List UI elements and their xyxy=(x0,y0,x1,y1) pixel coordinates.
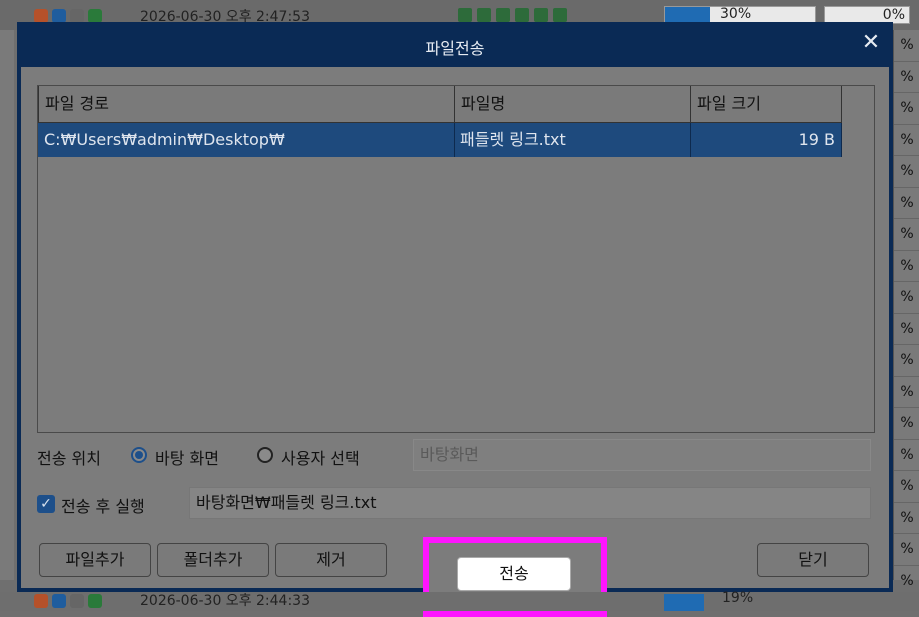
add-file-button[interactable]: 파일추가 xyxy=(39,543,151,577)
add-folder-button[interactable]: 폴더추가 xyxy=(157,543,269,577)
table-row[interactable]: C:₩Users₩admin₩Desktop₩ 패들렛 링크.txt 19 B xyxy=(38,123,842,157)
radio-user-select-label[interactable]: 사용자 선택 xyxy=(281,445,360,469)
cell-size: 19 B xyxy=(690,123,842,157)
cell-name: 패들렛 링크.txt xyxy=(454,123,691,157)
background-side-pcts: % % % % % % % % % % % % % % % % % % xyxy=(893,30,919,597)
dialog-title: 파일전송 xyxy=(425,39,485,58)
remove-button[interactable]: 제거 xyxy=(275,543,387,577)
run-after-row: ✓ 전송 후 실행 바탕화면₩패들렛 링크.txt xyxy=(37,487,873,519)
location-label: 전송 위치 xyxy=(37,449,101,468)
dialog-body: 파일 경로 파일명 파일 크기 C:₩Users₩admin₩Desktop₩ … xyxy=(21,67,889,617)
close-button[interactable]: 닫기 xyxy=(757,543,869,577)
radio-desktop[interactable] xyxy=(131,447,147,463)
background-progress-text-bottom: 19% xyxy=(722,590,754,606)
background-left-edge xyxy=(0,30,14,580)
radio-user-select[interactable] xyxy=(257,447,273,463)
status-icons xyxy=(34,594,106,612)
dialog-titlebar[interactable]: 파일전송 ✕ xyxy=(17,22,893,67)
background-progress-bottom xyxy=(664,594,704,611)
run-after-path-field[interactable]: 바탕화면₩패들렛 링크.txt xyxy=(189,487,871,519)
cell-path: C:₩Users₩admin₩Desktop₩ xyxy=(38,123,455,157)
background-bottom-row: 2026-06-30 오후 2:44:33 19% xyxy=(0,590,919,612)
run-after-checkbox[interactable]: ✓ xyxy=(37,495,55,513)
radio-desktop-label[interactable]: 바탕 화면 xyxy=(155,445,219,469)
table-header: 파일 경로 파일명 파일 크기 xyxy=(38,86,842,123)
file-table[interactable]: 파일 경로 파일명 파일 크기 C:₩Users₩admin₩Desktop₩ … xyxy=(37,85,875,433)
file-transfer-dialog: 파일전송 ✕ 파일 경로 파일명 파일 크기 C:₩Users₩admin₩De… xyxy=(17,22,893,617)
column-header-size[interactable]: 파일 크기 xyxy=(690,86,842,122)
column-header-path[interactable]: 파일 경로 xyxy=(38,86,455,122)
location-row: 전송 위치 바탕 화면 사용자 선택 바탕화면 xyxy=(37,439,873,471)
background-progress-text: 30% xyxy=(720,6,752,22)
run-after-label[interactable]: 전송 후 실행 xyxy=(61,493,145,517)
location-path-field: 바탕화면 xyxy=(413,439,871,471)
close-icon[interactable]: ✕ xyxy=(859,32,883,56)
column-header-name[interactable]: 파일명 xyxy=(454,86,691,122)
send-button[interactable]: 전송 xyxy=(457,557,571,591)
background-timestamp-bottom: 2026-06-30 오후 2:44:33 xyxy=(140,593,310,609)
